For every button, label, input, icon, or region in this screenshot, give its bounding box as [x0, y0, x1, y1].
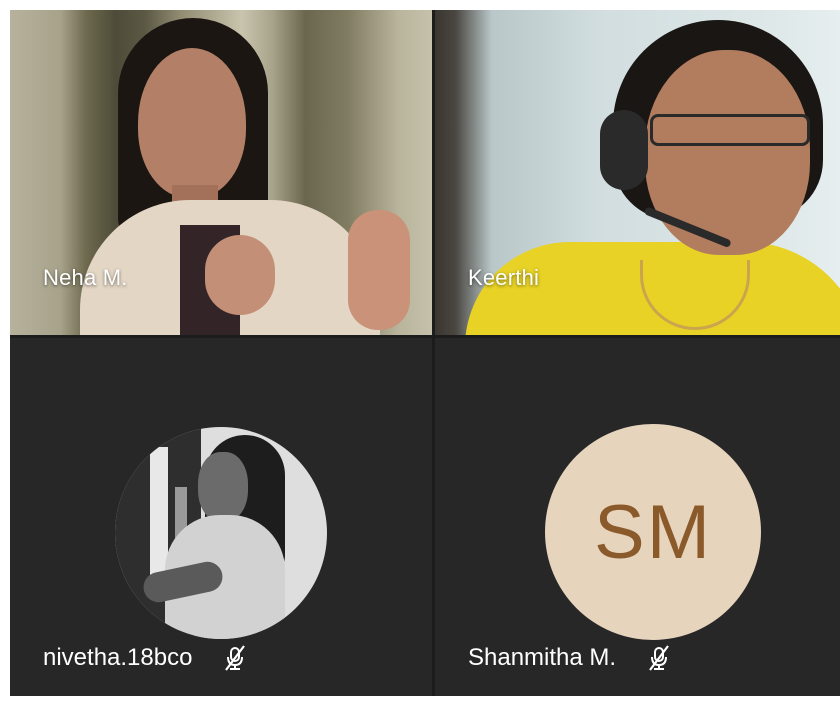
- participant-name: Keerthi: [468, 265, 540, 290]
- participant-tile-nivetha[interactable]: nivetha.18bco: [10, 338, 432, 696]
- avatar-initials: SM: [545, 424, 761, 640]
- mic-off-icon: [220, 643, 250, 673]
- meeting-grid: Neha M. Keerthi nivetha.18bco SM Shanmit…: [10, 10, 840, 696]
- avatar: [115, 427, 327, 639]
- mic-off-icon: [644, 643, 674, 673]
- participant-name-row: nivetha.18bco: [43, 643, 250, 673]
- participant-name: Neha M.: [43, 265, 128, 290]
- participant-tile-shanmitha[interactable]: SM Shanmitha M.: [435, 338, 840, 696]
- participant-tile-neha[interactable]: Neha M.: [10, 10, 432, 335]
- participant-name-row: Shanmitha M.: [468, 643, 674, 673]
- participant-name: Shanmitha M.: [468, 644, 617, 671]
- participant-name: nivetha.18bco: [43, 644, 193, 671]
- participant-tile-keerthi[interactable]: Keerthi: [435, 10, 840, 335]
